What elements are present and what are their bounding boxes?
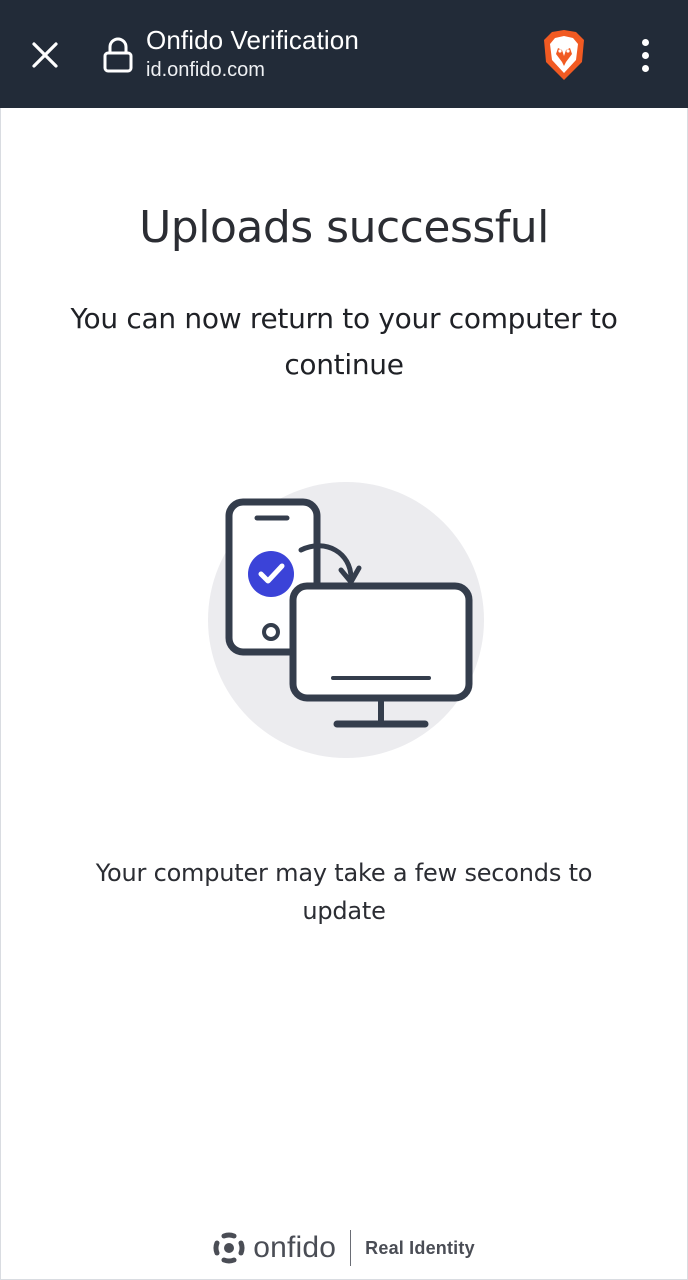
page-title: Onfido Verification: [146, 25, 359, 55]
update-note: Your computer may take a few seconds to …: [95, 859, 593, 925]
brave-lion-icon[interactable]: [540, 28, 588, 82]
onfido-logo-icon: [213, 1232, 245, 1264]
phone-to-computer-illustration: [208, 482, 484, 758]
close-button[interactable]: [22, 32, 68, 78]
onfido-footer: onfido Real Identity: [1, 1228, 687, 1268]
site-info[interactable]: Onfido Verification id.onfido.com: [146, 24, 359, 84]
page-content: Uploads successful You can now return to…: [0, 108, 688, 1280]
instruction-text: You can now return to your computer to c…: [70, 302, 618, 381]
footer-divider: [350, 1230, 352, 1266]
brand-tagline: Real Identity: [365, 1237, 475, 1258]
page-heading: Uploads successful: [139, 202, 549, 253]
browser-toolbar: Onfido Verification id.onfido.com: [0, 0, 688, 108]
more-menu-button[interactable]: [626, 32, 664, 78]
close-icon: [32, 42, 58, 68]
brand-name: onfido: [253, 1231, 337, 1264]
more-vert-icon: [641, 38, 649, 46]
lock-icon[interactable]: [102, 36, 134, 74]
check-badge-icon: [248, 551, 294, 597]
page-url: id.onfido.com: [146, 59, 265, 81]
